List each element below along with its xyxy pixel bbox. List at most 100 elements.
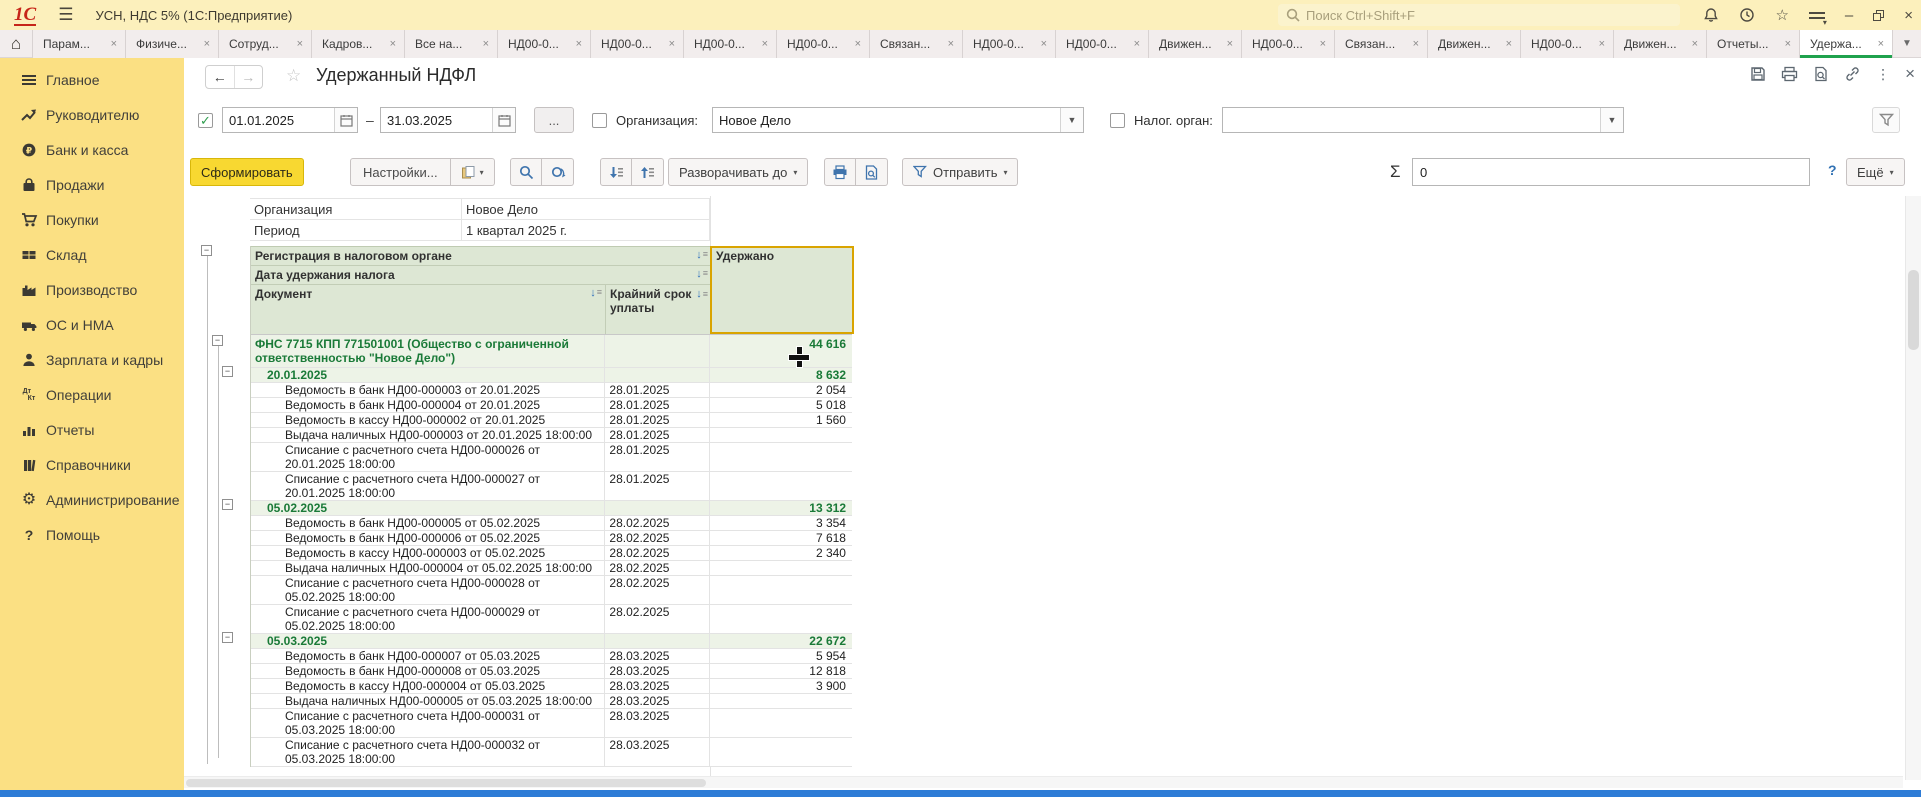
column-header-due[interactable]: Крайний срок уплаты↓≡ [606,285,711,334]
sidebar-item-spravochniki[interactable]: Справочники [0,447,184,482]
home-tab[interactable]: ⌂ [0,30,33,58]
minimize-button[interactable]: – [1845,7,1853,24]
collapse-group3-box[interactable]: − [222,632,233,643]
tab-close-icon[interactable]: × [1785,38,1791,50]
period-checkbox[interactable]: ✓ [198,113,213,128]
restore-button[interactable] [1873,10,1884,21]
tab-10[interactable]: НД00-0...× [963,30,1056,58]
functions-menu-icon[interactable]: ▾ [1809,9,1825,22]
sidebar-item-bank-i-kassa[interactable]: ₽ Банк и касса [0,132,184,167]
report-variants-button[interactable]: ▾ [451,158,495,186]
document-row[interactable]: Ведомость в банк НД00-000008 от 05.03.20… [251,664,852,679]
tab-6[interactable]: НД00-0...× [591,30,684,58]
generate-button[interactable]: Сформировать [190,158,304,186]
favorites-star-icon[interactable]: ☆ [1775,6,1788,24]
organization-checkbox[interactable] [592,113,607,128]
document-row[interactable]: Ведомость в кассу НД00-000003 от 05.02.2… [251,546,852,561]
tab-12[interactable]: Движен...× [1149,30,1242,58]
print-button-icon[interactable] [824,158,856,186]
collapse-groups-icon[interactable] [600,158,632,186]
tab-13[interactable]: НД00-0...× [1242,30,1335,58]
tab-7[interactable]: НД00-0...× [684,30,777,58]
tab-close-icon[interactable]: × [669,38,675,50]
period-options-button[interactable]: ... [534,107,574,133]
sidebar-item-sklad[interactable]: Склад [0,237,184,272]
document-row[interactable]: Списание с расчетного счета НД00-000028 … [251,576,852,605]
collapse-group1-box[interactable]: − [222,366,233,377]
link-icon[interactable] [1844,66,1861,82]
sidebar-item-pokupki[interactable]: Покупки [0,202,184,237]
close-report-icon[interactable]: × [1905,64,1915,84]
tab-close-icon[interactable]: × [1599,38,1605,50]
combo-arrow-icon[interactable]: ▼ [1600,108,1623,132]
tab-close-icon[interactable]: × [483,38,489,50]
document-row[interactable]: Ведомость в банк НД00-000007 от 05.03.20… [251,649,852,664]
tab-close-icon[interactable]: × [1320,38,1326,50]
tab-9[interactable]: Связан...× [870,30,963,58]
favorite-star-icon[interactable]: ☆ [286,66,301,86]
notifications-bell-icon[interactable] [1703,7,1719,23]
save-icon[interactable] [1750,66,1766,82]
tab-close-icon[interactable]: × [204,38,210,50]
horizontal-scrollbar-thumb[interactable] [186,779,706,787]
document-row[interactable]: Выдача наличных НД00-000004 от 05.02.202… [251,561,852,576]
find-icon[interactable] [510,158,542,186]
tab-close-icon[interactable]: × [1506,38,1512,50]
document-row[interactable]: Списание с расчетного счета НД00-000032 … [251,738,852,767]
tab-close-icon[interactable]: × [1878,38,1884,50]
document-row[interactable]: Списание с расчетного счета НД00-000029 … [251,605,852,634]
tab-4[interactable]: Все на...× [405,30,498,58]
sort-icon[interactable]: ↓≡ [590,287,602,299]
tax-authority-checkbox[interactable] [1110,113,1125,128]
tax-authority-value[interactable] [1223,108,1600,132]
tax-authority-combo[interactable]: ▼ [1222,107,1624,133]
more-actions-icon[interactable]: ⋮ [1876,66,1890,83]
date-group-row[interactable]: 05.02.202513 312 [251,501,852,516]
date-group-row[interactable]: 20.01.20258 632 [251,368,852,383]
column-header-document[interactable]: Документ↓≡ [251,285,606,334]
filter-funnel-icon[interactable] [1872,107,1900,133]
tab-2[interactable]: Сотруд...× [219,30,312,58]
organization-value[interactable]: Новое Дело [713,108,1060,132]
sort-icon[interactable]: ↓≡ [696,249,708,261]
tab-close-icon[interactable]: × [948,38,954,50]
more-button[interactable]: Ещё▾ [1846,158,1905,186]
tab-close-icon[interactable]: × [762,38,768,50]
sidebar-item-rukovoditelyu[interactable]: Руководителю [0,97,184,132]
document-row[interactable]: Выдача наличных НД00-000003 от 20.01.202… [251,428,852,443]
column-header-registration[interactable]: Регистрация в налоговом органе↓≡ [251,247,711,265]
collapse-root-box[interactable]: − [212,335,223,346]
expand-groups-icon[interactable] [632,158,664,186]
settings-button[interactable]: Настройки... [350,158,451,186]
sidebar-item-pomoshch[interactable]: ? Помощь [0,517,184,552]
collapse-columns-box[interactable]: − [201,245,212,256]
tab-close-icon[interactable]: × [111,38,117,50]
tab-close-icon[interactable]: × [1413,38,1419,50]
tab-close-icon[interactable]: × [1134,38,1140,50]
tab-17[interactable]: Движен...× [1614,30,1707,58]
date-to-field[interactable]: 31.03.2025 [380,107,516,133]
expand-to-button[interactable]: Разворачивать до▾ [668,158,808,186]
tab-0[interactable]: Парам...× [33,30,126,58]
document-row[interactable]: Ведомость в банк НД00-000006 от 05.02.20… [251,531,852,546]
date-from-field[interactable]: 01.01.2025 [222,107,358,133]
tab-16[interactable]: НД00-0...× [1521,30,1614,58]
document-row[interactable]: Ведомость в банк НД00-000004 от 20.01.20… [251,398,852,413]
document-row[interactable]: Ведомость в кассу НД00-000002 от 20.01.2… [251,413,852,428]
date-from-value[interactable]: 01.01.2025 [223,108,334,132]
close-window-button[interactable]: × [1904,7,1913,24]
tab-3[interactable]: Кадров...× [312,30,405,58]
main-menu-icon[interactable]: ☰ [58,5,73,25]
vertical-scrollbar-thumb[interactable] [1908,270,1919,350]
preview-button-icon[interactable] [856,158,888,186]
autosum-field[interactable]: 0 [1412,158,1810,186]
sidebar-item-operacii[interactable]: ДтКт Операции [0,377,184,412]
sort-icon[interactable]: ↓≡ [696,268,708,280]
forward-button[interactable]: → [235,66,263,88]
tab-close-icon[interactable]: × [576,38,582,50]
tab-15[interactable]: Движен...× [1428,30,1521,58]
column-header-date[interactable]: Дата удержания налога↓≡ [251,266,711,284]
global-search-input[interactable]: Поиск Ctrl+Shift+F [1278,4,1680,26]
combo-arrow-icon[interactable]: ▼ [1060,108,1083,132]
sidebar-item-otchety[interactable]: Отчеты [0,412,184,447]
